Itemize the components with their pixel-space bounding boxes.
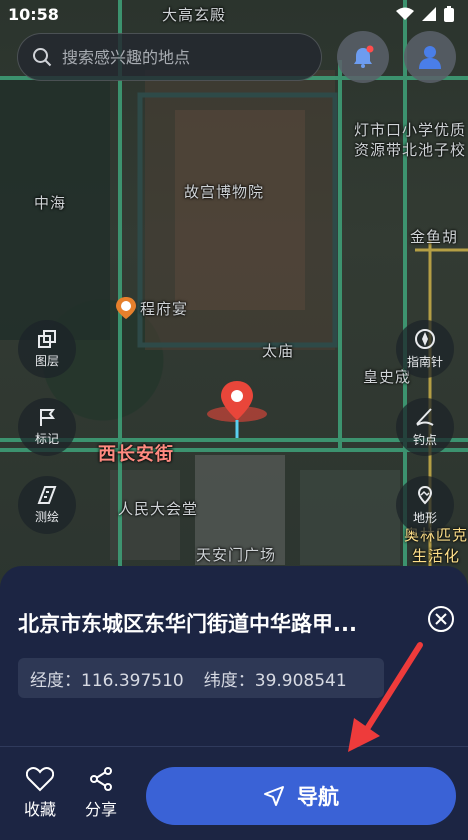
ruler-icon bbox=[37, 486, 57, 504]
share-button[interactable]: 分享 bbox=[79, 766, 123, 820]
mark-button[interactable]: 标记 bbox=[18, 398, 76, 456]
favorite-label: 收藏 bbox=[23, 800, 56, 819]
map-label-xichangan: 西长安街 bbox=[98, 444, 174, 465]
close-icon bbox=[435, 613, 447, 625]
search-input[interactable] bbox=[62, 47, 302, 67]
cellular-signal-icon bbox=[422, 7, 436, 21]
terrain-button[interactable]: 地形 bbox=[396, 476, 454, 534]
place-title: 北京市东城区东华门街道中华路甲... bbox=[18, 612, 357, 636]
map-label-taimiao: 太庙 bbox=[262, 342, 295, 360]
compass-icon bbox=[415, 329, 435, 349]
fishing-icon bbox=[416, 408, 434, 426]
share-label: 分享 bbox=[84, 800, 117, 819]
map-label-zhonghai: 中海 bbox=[34, 194, 67, 212]
user-icon bbox=[419, 46, 441, 69]
restaurant-poi-icon[interactable] bbox=[114, 295, 138, 321]
status-icons bbox=[396, 6, 454, 22]
wifi-icon bbox=[396, 7, 414, 20]
terrain-icon bbox=[417, 485, 433, 505]
map-label-renmin: 人民大会堂 bbox=[118, 500, 199, 518]
navigate-label: 导航 bbox=[297, 786, 339, 809]
map-label-gugong: 故宫博物院 bbox=[184, 183, 265, 201]
survey-label: 测绘 bbox=[34, 510, 59, 524]
favorite-button[interactable]: 收藏 bbox=[18, 766, 62, 820]
compass-button[interactable]: 指南针 bbox=[396, 320, 454, 378]
map-label-chengfu: 程府宴 bbox=[140, 300, 189, 318]
map-label-ziyuan: 资源带北池子校 bbox=[354, 141, 467, 159]
map-label-denshikou: 灯市口小学优质 bbox=[354, 121, 467, 139]
notification-button[interactable] bbox=[337, 31, 389, 83]
fishing-spot-label: 钓点 bbox=[412, 433, 437, 447]
mark-label: 标记 bbox=[34, 432, 59, 446]
status-time: 10:58 bbox=[8, 4, 59, 24]
layers-label: 图层 bbox=[34, 354, 59, 368]
latitude-value: 纬度：39.908541 bbox=[203, 670, 347, 691]
search-icon bbox=[33, 48, 52, 67]
compass-label: 指南针 bbox=[406, 355, 443, 369]
heart-icon bbox=[26, 767, 54, 792]
status-bar: 10:58 bbox=[0, 0, 468, 28]
map-label-shenghuo: 生活化 bbox=[412, 547, 461, 565]
navigate-button[interactable]: 导航 bbox=[146, 767, 456, 825]
fishing-spot-button[interactable]: 钓点 bbox=[396, 398, 454, 456]
coordinates-box: 经度：116.397510 纬度：39.908541 bbox=[18, 658, 384, 698]
bell-icon bbox=[354, 45, 374, 68]
search-bar[interactable] bbox=[17, 33, 322, 81]
profile-button[interactable] bbox=[404, 31, 456, 83]
survey-button[interactable]: 测绘 bbox=[18, 476, 76, 534]
close-button[interactable] bbox=[428, 606, 454, 632]
map-label-tiananmen: 天安门广场 bbox=[196, 546, 277, 564]
flag-icon bbox=[40, 409, 55, 426]
layers-icon bbox=[38, 330, 56, 348]
navigation-arrow-icon bbox=[264, 786, 284, 806]
share-icon bbox=[90, 767, 112, 791]
location-marker-icon[interactable] bbox=[206, 378, 268, 442]
battery-icon bbox=[444, 6, 454, 22]
map-label-jinyu: 金鱼胡 bbox=[410, 228, 459, 246]
layers-button[interactable]: 图层 bbox=[18, 320, 76, 378]
terrain-label: 地形 bbox=[412, 511, 437, 525]
annotation-arrow bbox=[348, 642, 423, 752]
longitude-value: 经度：116.397510 bbox=[30, 670, 184, 691]
